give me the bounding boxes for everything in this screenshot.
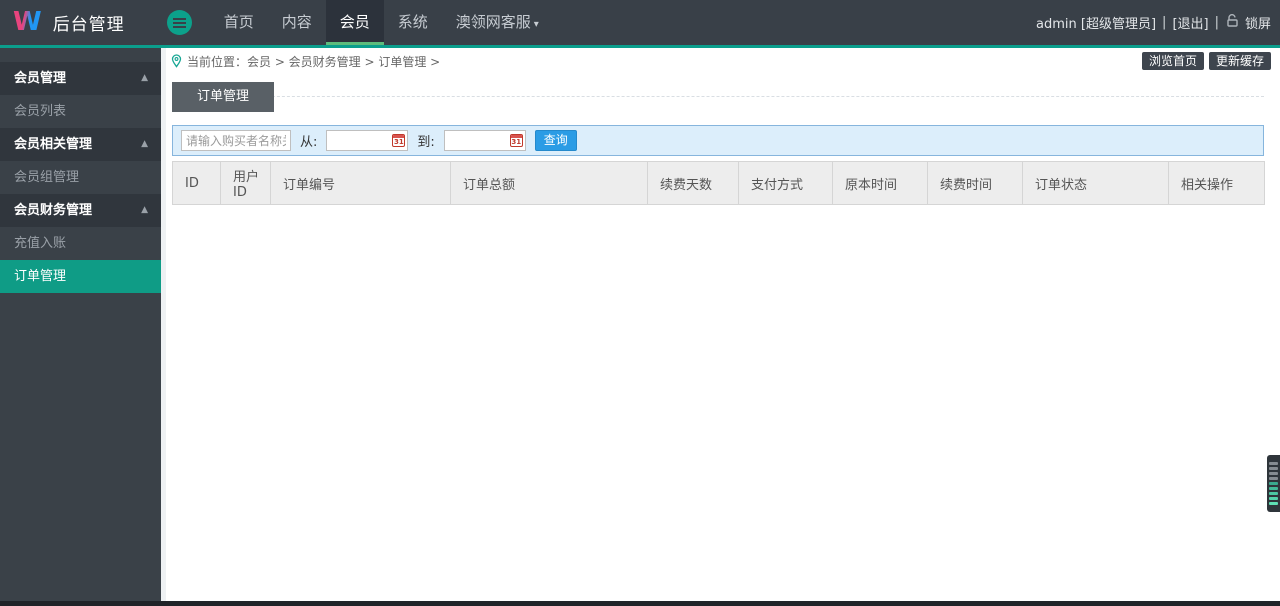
tab-order-management[interactable]: 订单管理 [172,82,275,112]
chevron-up-icon: ▲ [141,73,148,83]
sidebar-item-member-group[interactable]: 会员组管理 [0,161,161,194]
sidebar-item-order-management[interactable]: 订单管理 [0,260,161,293]
menu-toggle-icon[interactable] [166,10,192,35]
page-actions: 浏览首页 更新缓存 [1141,52,1271,70]
col-header-id: ID [172,161,221,205]
chevron-up-icon: ▲ [141,205,148,215]
sidebar-group-member-finance[interactable]: 会员财务管理 ▲ [0,194,161,227]
orders-table: ID 用户ID 订单编号 订单总额 续费天数 支付方式 原本时间 续费时间 订单… [172,161,1265,205]
breadcrumb-text: 当前位置：会员 > 会员财务管理 > 订单管理 > [187,54,441,69]
unlock-icon [1227,14,1239,31]
breadcrumb: 当前位置：会员 > 会员财务管理 > 订单管理 > [166,48,1280,74]
top-navbar: W 后台管理 首页 内容 会员 系统 澳领网客服 ▾ admin [超级管理员] … [0,0,1280,45]
chevron-up-icon: ▲ [141,139,148,149]
logo-w-icon: W [13,0,42,45]
search-button[interactable]: 查询 [534,130,577,151]
sidebar-group-member-management[interactable]: 会员管理 ▲ [0,62,161,95]
update-cache-button[interactable]: 更新缓存 [1208,52,1271,70]
logout-link[interactable]: [退出] [1172,13,1208,32]
from-label: 从: [300,135,318,150]
separator: | [1214,15,1219,30]
main-nav: 首页 内容 会员 系统 澳领网客服 ▾ [210,0,553,45]
col-header-payment-method: 支付方式 [738,161,833,205]
browse-home-button[interactable]: 浏览首页 [1141,52,1204,70]
nav-item-customer-service[interactable]: 澳领网客服 ▾ [442,0,553,45]
nav-item-home[interactable]: 首页 [210,0,268,45]
calendar-icon[interactable]: 31 [509,133,523,147]
calendar-icon[interactable]: 31 [392,133,406,147]
date-from-field: 31 [326,130,409,152]
user-account-label: admin [超级管理员] [1036,17,1157,32]
col-header-user-id: 用户ID [220,161,271,205]
col-header-renewal-time: 续费时间 [927,161,1023,205]
sidebar-item-member-list[interactable]: 会员列表 [0,95,161,128]
horizontal-scrollbar[interactable] [0,601,1280,606]
col-header-order-status: 订单状态 [1022,161,1169,205]
tab-bar: 订单管理 [172,82,1264,112]
col-header-actions: 相关操作 [1168,161,1265,205]
sidebar-item-recharge[interactable]: 充值入账 [0,227,161,260]
col-header-order-total: 订单总额 [450,161,648,205]
col-header-original-time: 原本时间 [832,161,928,205]
chevron-down-icon: ▾ [533,19,539,30]
date-to-field: 31 [443,130,526,152]
user-area: admin [超级管理员] | [退出] | 锁屏 [1036,0,1280,45]
filter-bar: 从: 31 到: 31 查询 [172,125,1264,156]
table-header-row: ID 用户ID 订单编号 订单总额 续费天数 支付方式 原本时间 续费时间 订单… [172,161,1265,205]
app-title: 后台管理 [52,15,125,35]
sidebar-group-member-related[interactable]: 会员相关管理 ▲ [0,128,161,161]
lock-screen-link[interactable]: 锁屏 [1245,13,1271,32]
location-pin-icon [171,54,182,68]
admin-backend-page: W 后台管理 首页 内容 会员 系统 澳领网客服 ▾ admin [超级管理员] … [0,0,1280,606]
separator: | [1162,15,1167,30]
buyer-keyword-input[interactable] [181,130,291,151]
to-label: 到: [417,135,435,150]
nav-item-content[interactable]: 内容 [268,0,326,45]
sidebar: 会员管理 ▲ 会员列表 会员相关管理 ▲ 会员组管理 会员财务管理 ▲ 充值入账 订单… [0,48,161,601]
content-area: 当前位置：会员 > 会员财务管理 > 订单管理 > 浏览首页 更新缓存 订单管理… [166,48,1280,601]
logo[interactable]: W 后台管理 [0,0,125,45]
nav-item-system[interactable]: 系统 [384,0,442,45]
floating-side-widget[interactable] [1267,455,1280,512]
col-header-order-no: 订单编号 [270,161,451,205]
nav-item-member[interactable]: 会员 [325,0,384,45]
col-header-renewal-days: 续费天数 [647,161,739,205]
